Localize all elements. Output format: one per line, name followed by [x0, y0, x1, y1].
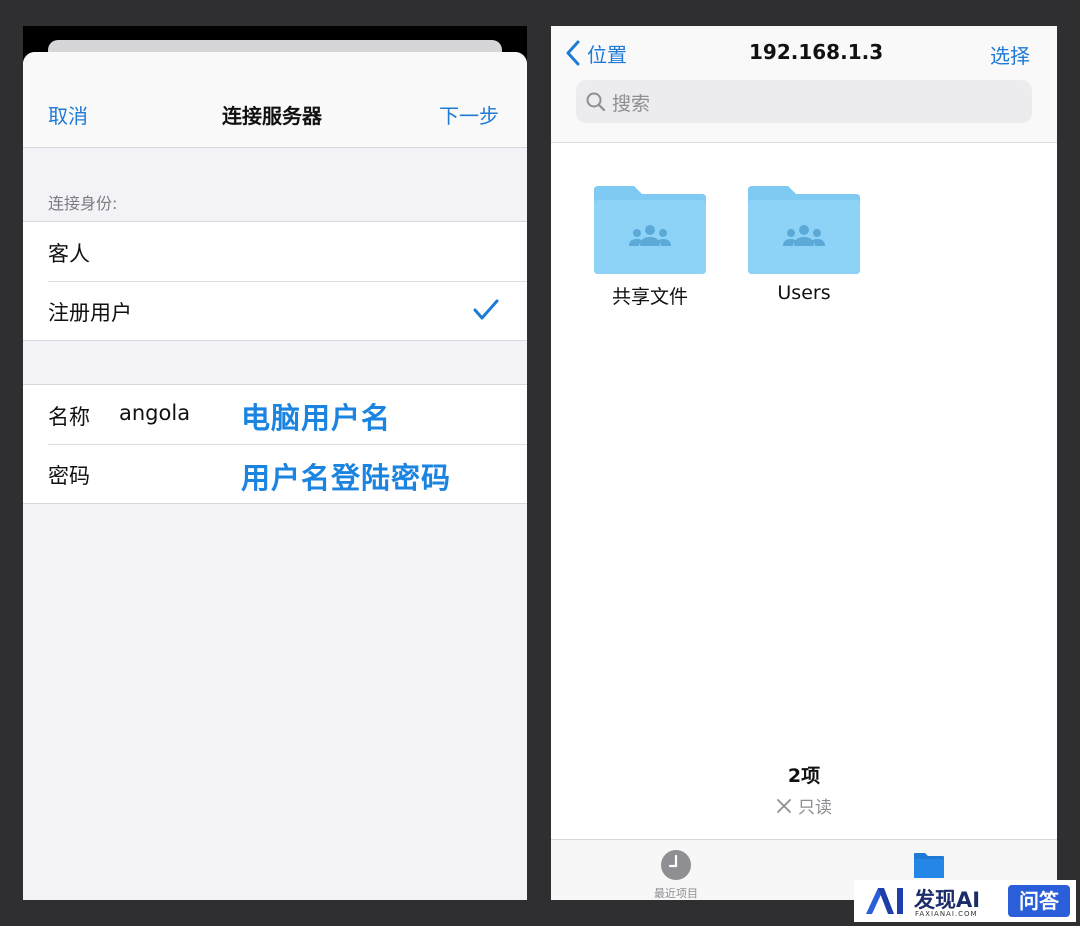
no-edit-icon	[777, 798, 791, 813]
watermark-logo-icon	[866, 888, 903, 914]
read-only-label: 只读	[798, 798, 832, 818]
checkmark-icon	[473, 299, 499, 320]
read-only-status: 只读	[551, 793, 1057, 818]
clock-icon	[661, 850, 691, 880]
tab-recents[interactable]: 最近项目	[646, 849, 706, 900]
watermark-logo-sub: FAXIANAI.COM	[915, 910, 978, 918]
back-button[interactable]: 位置	[565, 39, 627, 67]
navigation-bar: 位置 192.168.1.3 选择 搜索	[551, 26, 1057, 143]
search-placeholder: 搜索	[612, 93, 651, 115]
folder-icon	[914, 853, 944, 878]
page-title: 192.168.1.3	[749, 40, 884, 64]
page-title: 连接服务器	[222, 104, 322, 128]
password-label: 密码	[48, 464, 90, 488]
folder-item[interactable]	[748, 186, 860, 274]
connect-server-sheet: 取消 连接服务器 下一步 连接身份: 客人 注册用户 名称 angola 密码 …	[23, 52, 527, 900]
identity-section-header: 连接身份:	[48, 194, 118, 213]
name-label: 名称	[48, 405, 90, 429]
password-annotation: 用户名登陆密码	[241, 461, 452, 495]
identity-option-label: 客人	[48, 242, 90, 266]
shared-folder-icon	[594, 186, 706, 274]
back-label: 位置	[587, 42, 627, 67]
chevron-left-icon	[566, 40, 580, 66]
name-field[interactable]: angola	[119, 401, 190, 425]
identity-group: 客人 注册用户	[23, 221, 527, 341]
navigation-bar: 取消 连接服务器 下一步	[23, 52, 527, 148]
file-browser-panel: 位置 192.168.1.3 选择 搜索 共享文件 Users 2项 只读 最近…	[551, 26, 1057, 900]
folder-item[interactable]	[594, 186, 706, 274]
identity-option-guest[interactable]: 客人	[23, 222, 527, 281]
cancel-button[interactable]: 取消	[48, 100, 88, 129]
shared-folder-icon	[748, 186, 860, 274]
watermark-badge: 问答	[1008, 885, 1070, 917]
identity-option-label: 注册用户	[48, 301, 132, 325]
connect-server-panel: 取消 连接服务器 下一步 连接身份: 客人 注册用户 名称 angola 密码 …	[23, 26, 527, 900]
item-count: 2项	[787, 765, 821, 787]
watermark: 发现AI FAXIANAI.COM 问答	[854, 880, 1076, 922]
tab-recents-label: 最近项目	[654, 887, 698, 900]
name-annotation: 电脑用户名	[241, 401, 392, 435]
tab-browse[interactable]	[913, 851, 945, 879]
search-icon	[586, 92, 606, 112]
folder-label: 共享文件	[611, 286, 688, 308]
search-input[interactable]: 搜索	[576, 80, 1032, 123]
next-button[interactable]: 下一步	[439, 100, 499, 129]
select-button[interactable]: 选择	[990, 40, 1030, 69]
folder-label: Users	[777, 282, 831, 304]
identity-option-registered[interactable]: 注册用户	[23, 281, 527, 340]
